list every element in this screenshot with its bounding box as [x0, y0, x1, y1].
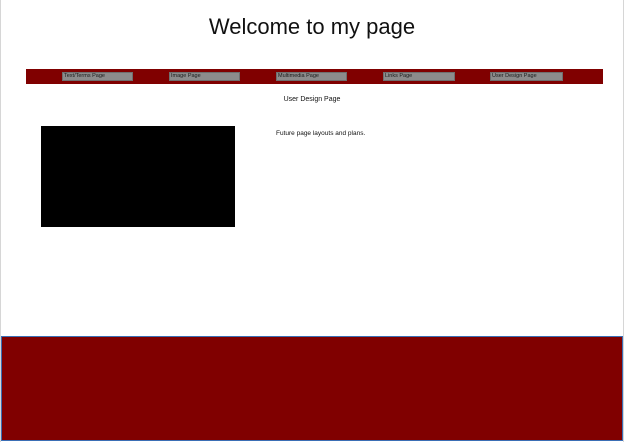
nav-link-links[interactable]: Links Page: [383, 72, 455, 81]
nav-link-user-design[interactable]: User Design Page: [490, 72, 563, 81]
nav-link-multimedia[interactable]: Multimedia Page: [276, 72, 347, 81]
section-heading: User Design Page: [283, 96, 341, 103]
media-placeholder: [41, 126, 235, 227]
nav-link-text-terms[interactable]: Text/Terms Page: [62, 72, 133, 81]
description-text: Future page layouts and plans.: [276, 130, 366, 137]
page-title: Welcome to my page: [208, 14, 416, 39]
footer: [1, 336, 623, 441]
nav-bar: Text/Terms Page Image Page Multimedia Pa…: [26, 69, 603, 84]
nav-link-image[interactable]: Image Page: [169, 72, 240, 81]
